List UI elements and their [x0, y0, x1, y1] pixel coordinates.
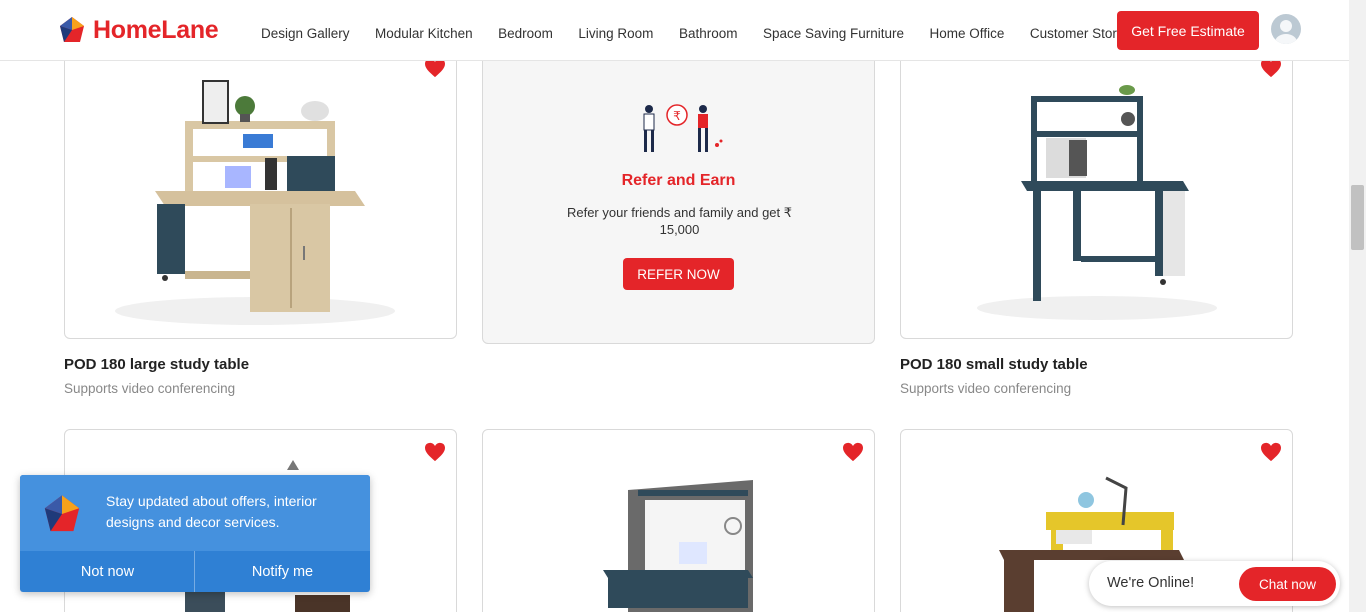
study-table-image: [603, 480, 753, 612]
notify-me-button[interactable]: Notify me: [195, 551, 370, 592]
product-subtitle: Supports video conferencing: [64, 381, 236, 396]
chat-widget: We're Online! Chat now: [1089, 561, 1340, 606]
homelane-logo-icon: [44, 495, 80, 532]
product-title[interactable]: POD 180 large study table: [64, 356, 249, 373]
nav-home-office[interactable]: Home Office: [930, 26, 1005, 41]
product-card[interactable]: [482, 429, 875, 612]
brand-name: HomeLane: [93, 15, 219, 44]
favorite-heart-icon[interactable]: [1260, 58, 1282, 78]
homelane-logo[interactable]: HomeLane: [58, 15, 219, 45]
favorite-heart-icon[interactable]: [1260, 442, 1282, 462]
nav-space-saving-furniture[interactable]: Space Saving Furniture: [763, 26, 904, 41]
push-notification-prompt: Stay updated about offers, interior desi…: [20, 475, 370, 592]
chat-now-button[interactable]: Chat now: [1239, 567, 1336, 601]
notification-message: Stay updated about offers, interior desi…: [106, 493, 317, 530]
refer-now-button[interactable]: REFER NOW: [623, 258, 734, 290]
site-header: HomeLane Design Gallery Modular Kitchen …: [0, 0, 1349, 61]
favorite-heart-icon[interactable]: [424, 442, 446, 462]
svg-text:₹: ₹: [673, 109, 681, 123]
chat-status: We're Online!: [1107, 575, 1195, 591]
product-title[interactable]: POD 180 small study table: [900, 356, 1088, 373]
user-icon: [1275, 20, 1297, 44]
scrollbar-thumb[interactable]: [1351, 185, 1364, 250]
study-table-small-image: [977, 85, 1217, 320]
user-avatar[interactable]: [1271, 14, 1301, 44]
product-card-pod-small[interactable]: [900, 45, 1293, 339]
favorite-heart-icon[interactable]: [424, 58, 446, 78]
nav-bathroom[interactable]: Bathroom: [679, 26, 738, 41]
nav-bedroom[interactable]: Bedroom: [498, 26, 553, 41]
main-nav: Design Gallery Modular Kitchen Bedroom L…: [261, 26, 1160, 41]
refer-title: Refer and Earn: [621, 172, 736, 189]
refer-and-earn-card: ₹ Refer and Earn Refer your friends and …: [482, 45, 875, 344]
nav-living-room[interactable]: Living Room: [578, 26, 653, 41]
not-now-button[interactable]: Not now: [20, 551, 195, 592]
study-table-large-image: [115, 80, 395, 325]
nav-design-gallery[interactable]: Design Gallery: [261, 26, 350, 41]
refer-description: Refer your friends and family and get ₹ …: [566, 205, 793, 237]
page: HomeLane Design Gallery Modular Kitchen …: [0, 0, 1366, 612]
favorite-heart-icon[interactable]: [842, 442, 864, 462]
nav-modular-kitchen[interactable]: Modular Kitchen: [375, 26, 473, 41]
product-card-pod-large[interactable]: [64, 45, 457, 339]
refer-illustration-icon: ₹: [643, 104, 723, 152]
get-free-estimate-button[interactable]: Get Free Estimate: [1117, 11, 1259, 50]
page-scrollbar[interactable]: [1349, 0, 1366, 612]
product-subtitle: Supports video conferencing: [900, 381, 1072, 396]
homelane-logo-icon: [60, 17, 84, 42]
